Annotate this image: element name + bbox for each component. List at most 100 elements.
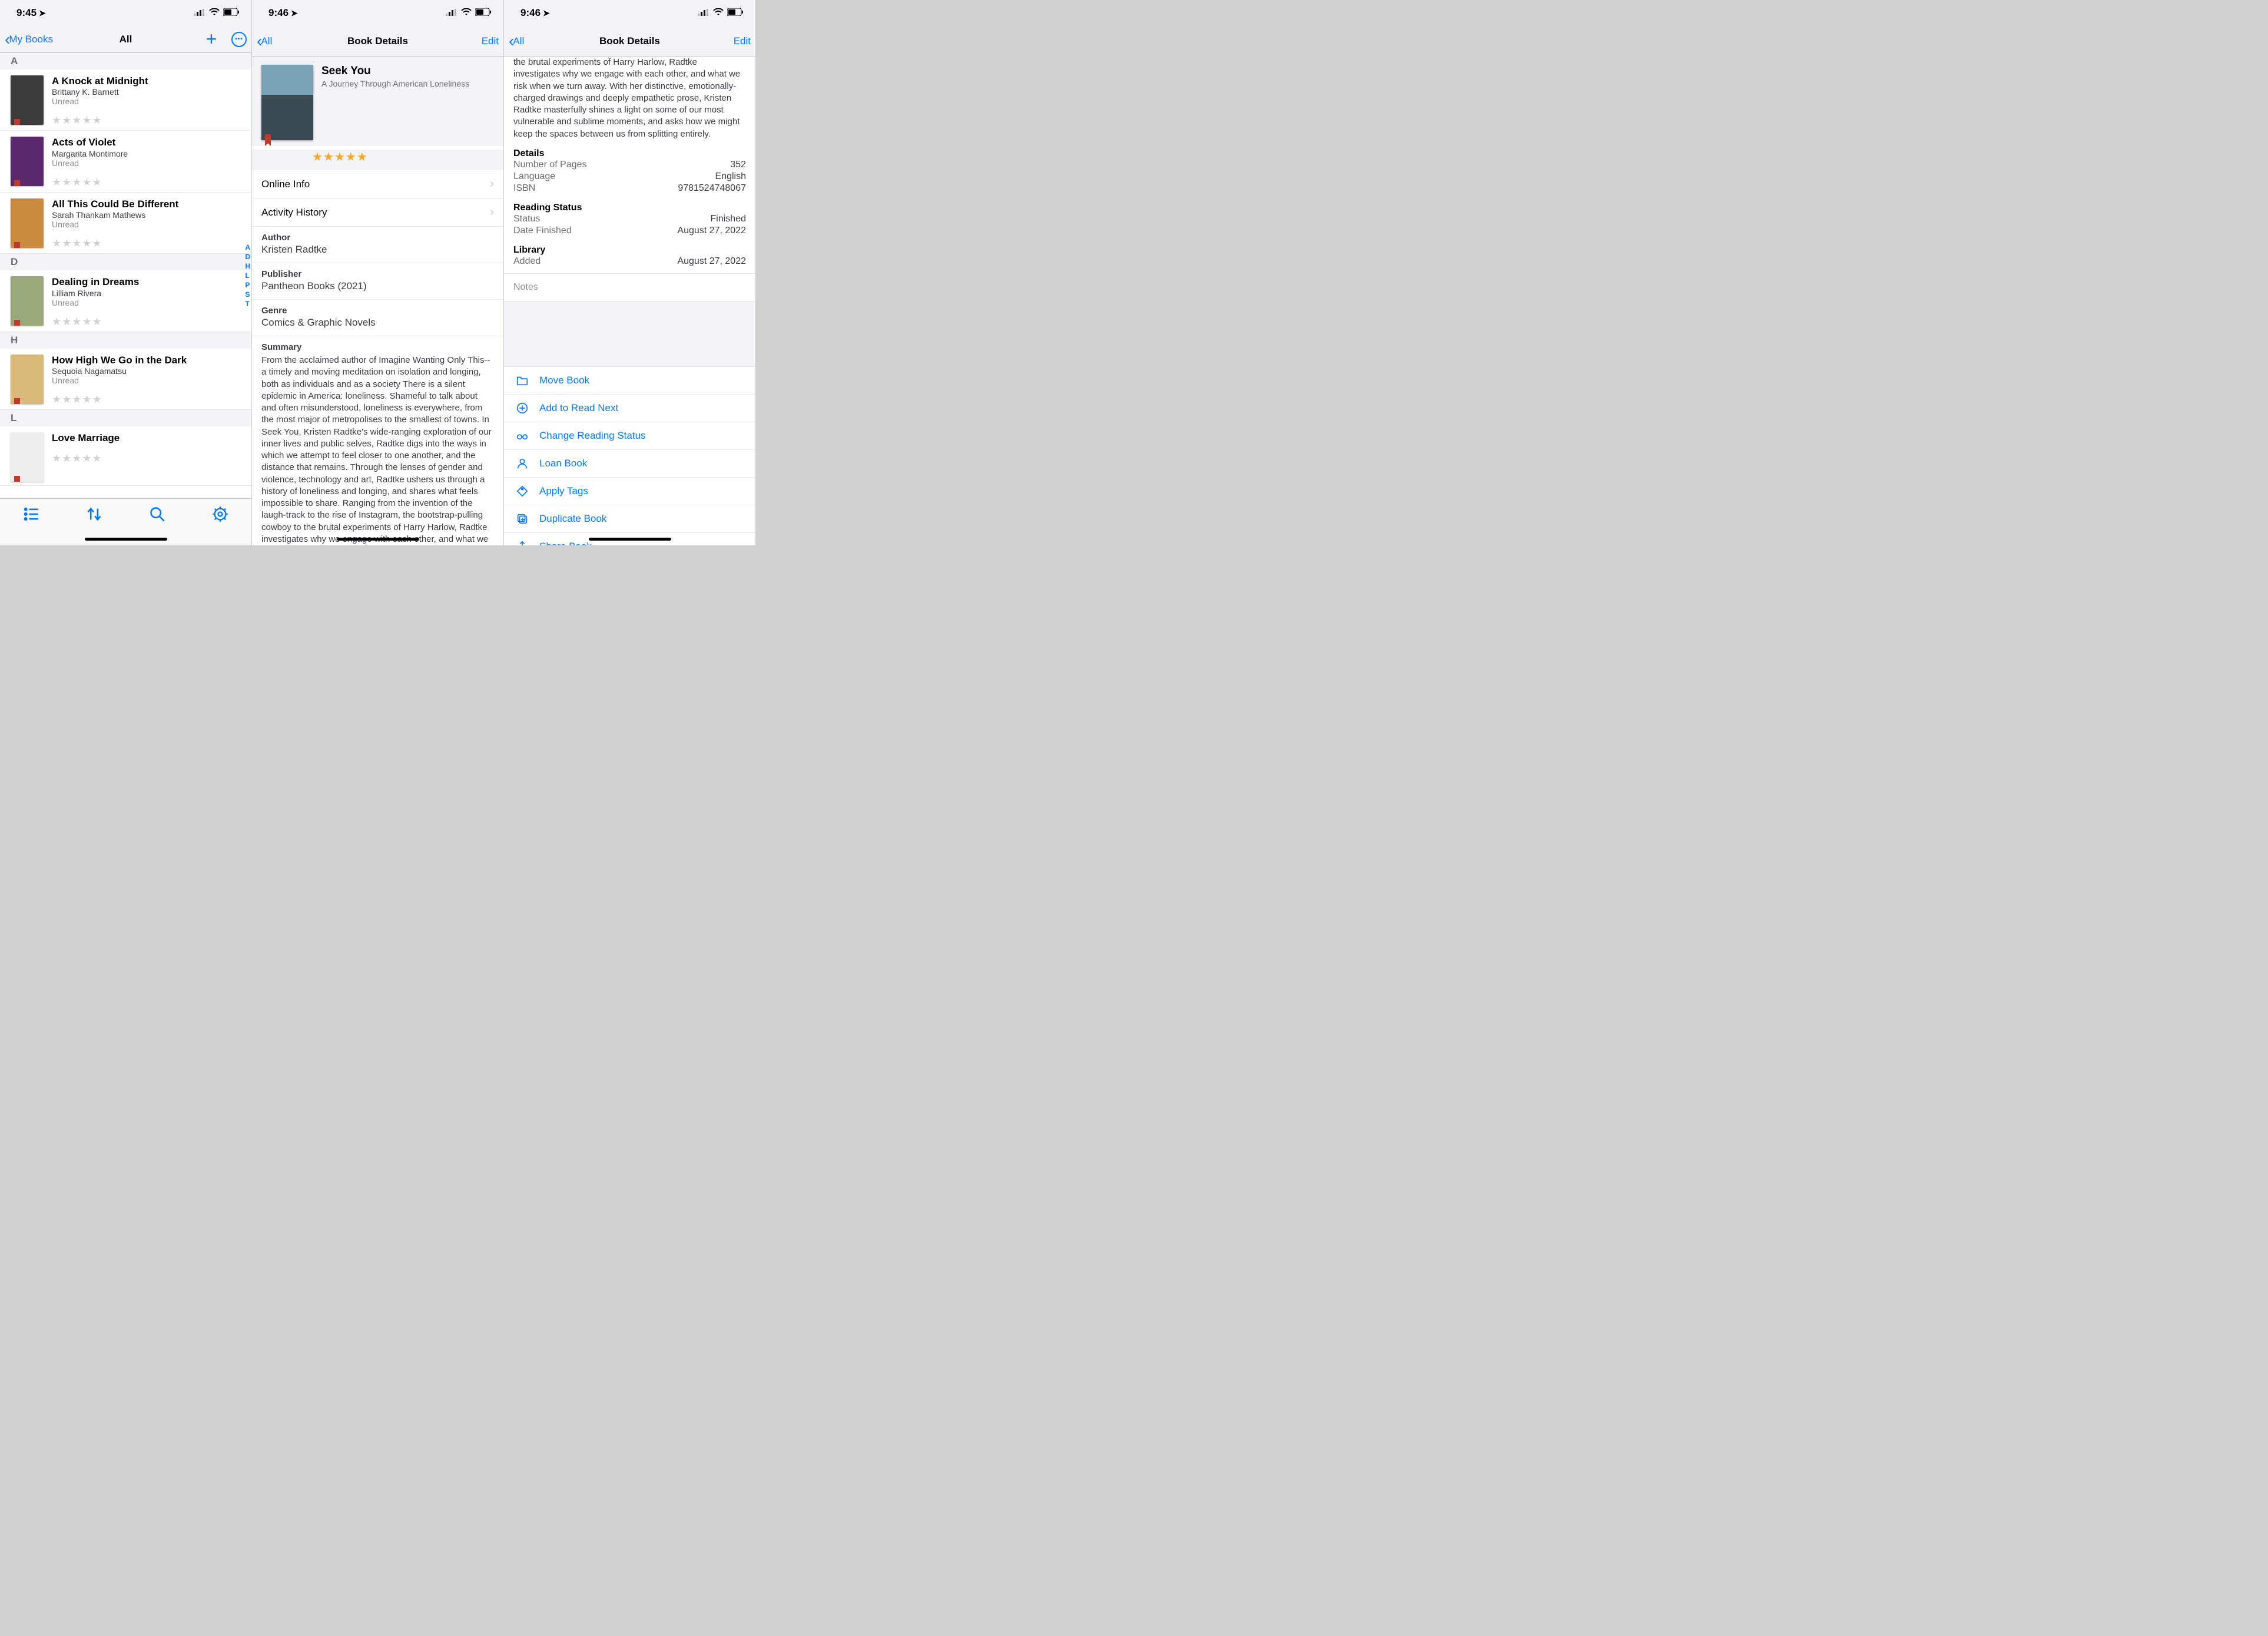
loan-book-action[interactable]: Loan Book [504,450,755,478]
screen-book-details-top: 9:46 ➤ ‹ All Book Details Edit Seek You … [252,0,504,545]
detail-value: Finished [711,214,746,224]
details-heading: Details [513,148,746,159]
book-list[interactable]: A A Knock at MidnightBrittany K. BarnettU… [0,53,251,498]
book-cover [11,137,44,186]
index-letter[interactable]: D [245,253,250,261]
rating-stars[interactable]: ★★★★★ [52,237,242,250]
screen-book-list: 9:45 ➤ ‹ My Books All AA Knock at Midnig… [0,0,252,545]
share-icon [516,540,529,545]
rating-stars[interactable]: ★★★★★ [52,114,242,127]
edit-button[interactable]: Edit [482,35,499,47]
author-value[interactable]: Kristen Radtke [261,244,494,256]
move-book-action[interactable]: Move Book [504,367,755,395]
glasses-icon [516,429,529,442]
book-cover [11,75,44,125]
duplicate-book-action[interactable]: Duplicate Book [504,505,755,533]
book-title: Acts of Violet [52,137,242,148]
details-scroll[interactable]: the brutal experiments of Harry Harlow, … [504,57,755,545]
duplicate-icon [516,512,529,525]
genre-value[interactable]: Comics & Graphic Novels [261,317,494,329]
battery-icon [223,7,240,19]
tab-list[interactable] [14,506,49,522]
rating-stars[interactable]: ★★★★★ [52,316,242,328]
book-author: Lilliam Rivera [52,289,242,298]
summary-section: Summary From the acclaimed author of Ima… [252,336,503,545]
status-time: 9:46 [268,7,289,19]
online-info-row[interactable]: Online Info › [252,170,503,198]
change-status-action[interactable]: Change Reading Status [504,422,755,450]
edit-button[interactable]: Edit [734,35,751,47]
tab-sort[interactable] [77,506,112,522]
detail-value: August 27, 2022 [677,256,746,267]
section-header: D [0,254,251,270]
book-author: Sequoia Nagamatsu [52,366,242,376]
library-heading: Library [513,245,746,256]
book-title: All This Could Be Different [52,198,242,210]
detail-row: Added August 27, 2022 [513,256,746,267]
book-title: How High We Go in the Dark [52,355,242,366]
book-row[interactable]: How High We Go in the DarkSequoia Nagama… [0,349,251,410]
rating-stars[interactable]: ★★★★★ [52,393,242,406]
tag-icon [516,485,529,498]
detail-key: Added [513,256,541,267]
book-status: Unread [52,97,242,106]
index-letter[interactable]: A [245,243,250,251]
bookmark-ribbon-icon [265,134,271,144]
book-title: A Knock at Midnight [52,75,242,87]
home-indicator[interactable] [85,538,167,541]
notes-label[interactable]: Notes [504,274,755,302]
chevron-right-icon: › [490,177,494,191]
book-subtitle: A Journey Through American Loneliness [321,79,469,88]
publisher-section: Publisher Pantheon Books (2021) [252,263,503,300]
book-author: Sarah Thankam Mathews [52,210,242,220]
nav-bar: ‹ My Books All [0,26,251,53]
plus-circle-icon [516,402,529,415]
nav-title: Book Details [599,35,660,47]
home-indicator[interactable] [589,538,671,541]
bookmark-ribbon-icon [14,119,20,125]
summary-text: From the acclaimed author of Imagine Wan… [261,355,494,545]
book-row[interactable]: Dealing in DreamsLilliam RiveraUnread★★★… [0,270,251,332]
signal-icon [698,7,709,19]
book-row[interactable]: All This Could Be DifferentSarah Thankam… [0,193,251,254]
status-time: 9:46 [520,7,541,19]
rating-stars[interactable]: ★★★★★ [52,176,242,188]
book-cover[interactable] [261,65,313,140]
alpha-index[interactable]: ADHLPST [245,243,250,308]
location-icon: ➤ [291,8,298,18]
rating-stars[interactable]: ★★★★★ [252,150,503,164]
detail-key: Status [513,214,540,224]
details-scroll[interactable]: Seek You A Journey Through American Lone… [252,57,503,545]
tab-settings[interactable] [203,506,238,522]
add-read-next-action[interactable]: Add to Read Next [504,395,755,422]
book-row[interactable]: Acts of VioletMargarita MontimoreUnread★… [0,131,251,192]
index-letter[interactable]: T [245,300,250,308]
status-bar: 9:46 ➤ [252,0,503,26]
tab-search[interactable] [140,506,175,522]
book-header: Seek You A Journey Through American Lone… [252,57,503,146]
back-button[interactable]: ‹ All [257,33,272,49]
home-indicator[interactable] [337,538,419,541]
index-letter[interactable]: P [245,281,250,289]
location-icon: ➤ [543,8,550,18]
more-button[interactable] [231,32,247,47]
bookmark-ribbon-icon [14,320,20,326]
detail-row: Number of Pages352 [513,159,746,171]
book-status: Unread [52,158,242,168]
index-letter[interactable]: H [245,262,250,270]
index-letter[interactable]: S [245,290,250,299]
back-button[interactable]: ‹ My Books [5,31,53,48]
activity-history-row[interactable]: Activity History › [252,198,503,227]
signal-icon [446,7,457,19]
add-button[interactable] [203,31,220,48]
detail-value: English [715,171,746,182]
nav-title: Book Details [347,35,408,47]
rating-stars[interactable]: ★★★★★ [52,452,242,465]
book-row[interactable]: A Knock at MidnightBrittany K. BarnettUn… [0,69,251,131]
detail-key: Language [513,171,555,182]
back-button[interactable]: ‹ All [509,33,524,49]
book-row[interactable]: Love Marriage★★★★★ [0,426,251,486]
publisher-value: Pantheon Books (2021) [261,280,494,292]
apply-tags-action[interactable]: Apply Tags [504,478,755,505]
index-letter[interactable]: L [245,271,250,280]
